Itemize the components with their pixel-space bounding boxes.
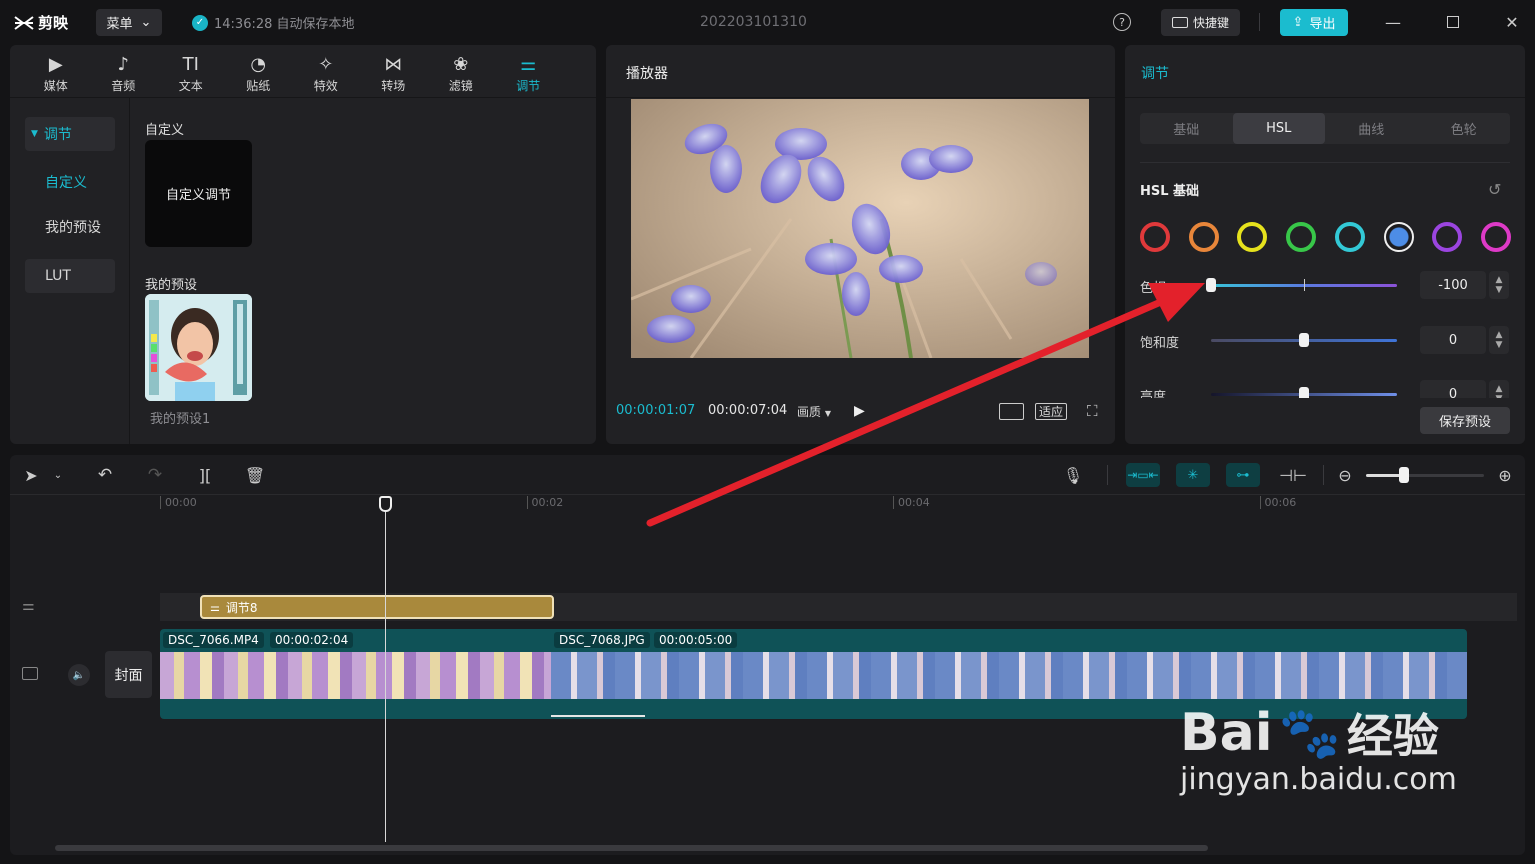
- paw-icon: 🐾: [1278, 703, 1341, 762]
- baidu-watermark: Bai 🐾 经验 jingyan.baidu.com: [1180, 700, 1457, 797]
- watermark-brand-cn: 经验: [1346, 709, 1439, 763]
- watermark-url: jingyan.baidu.com: [1180, 762, 1457, 797]
- watermark-brand: Bai: [1180, 703, 1273, 763]
